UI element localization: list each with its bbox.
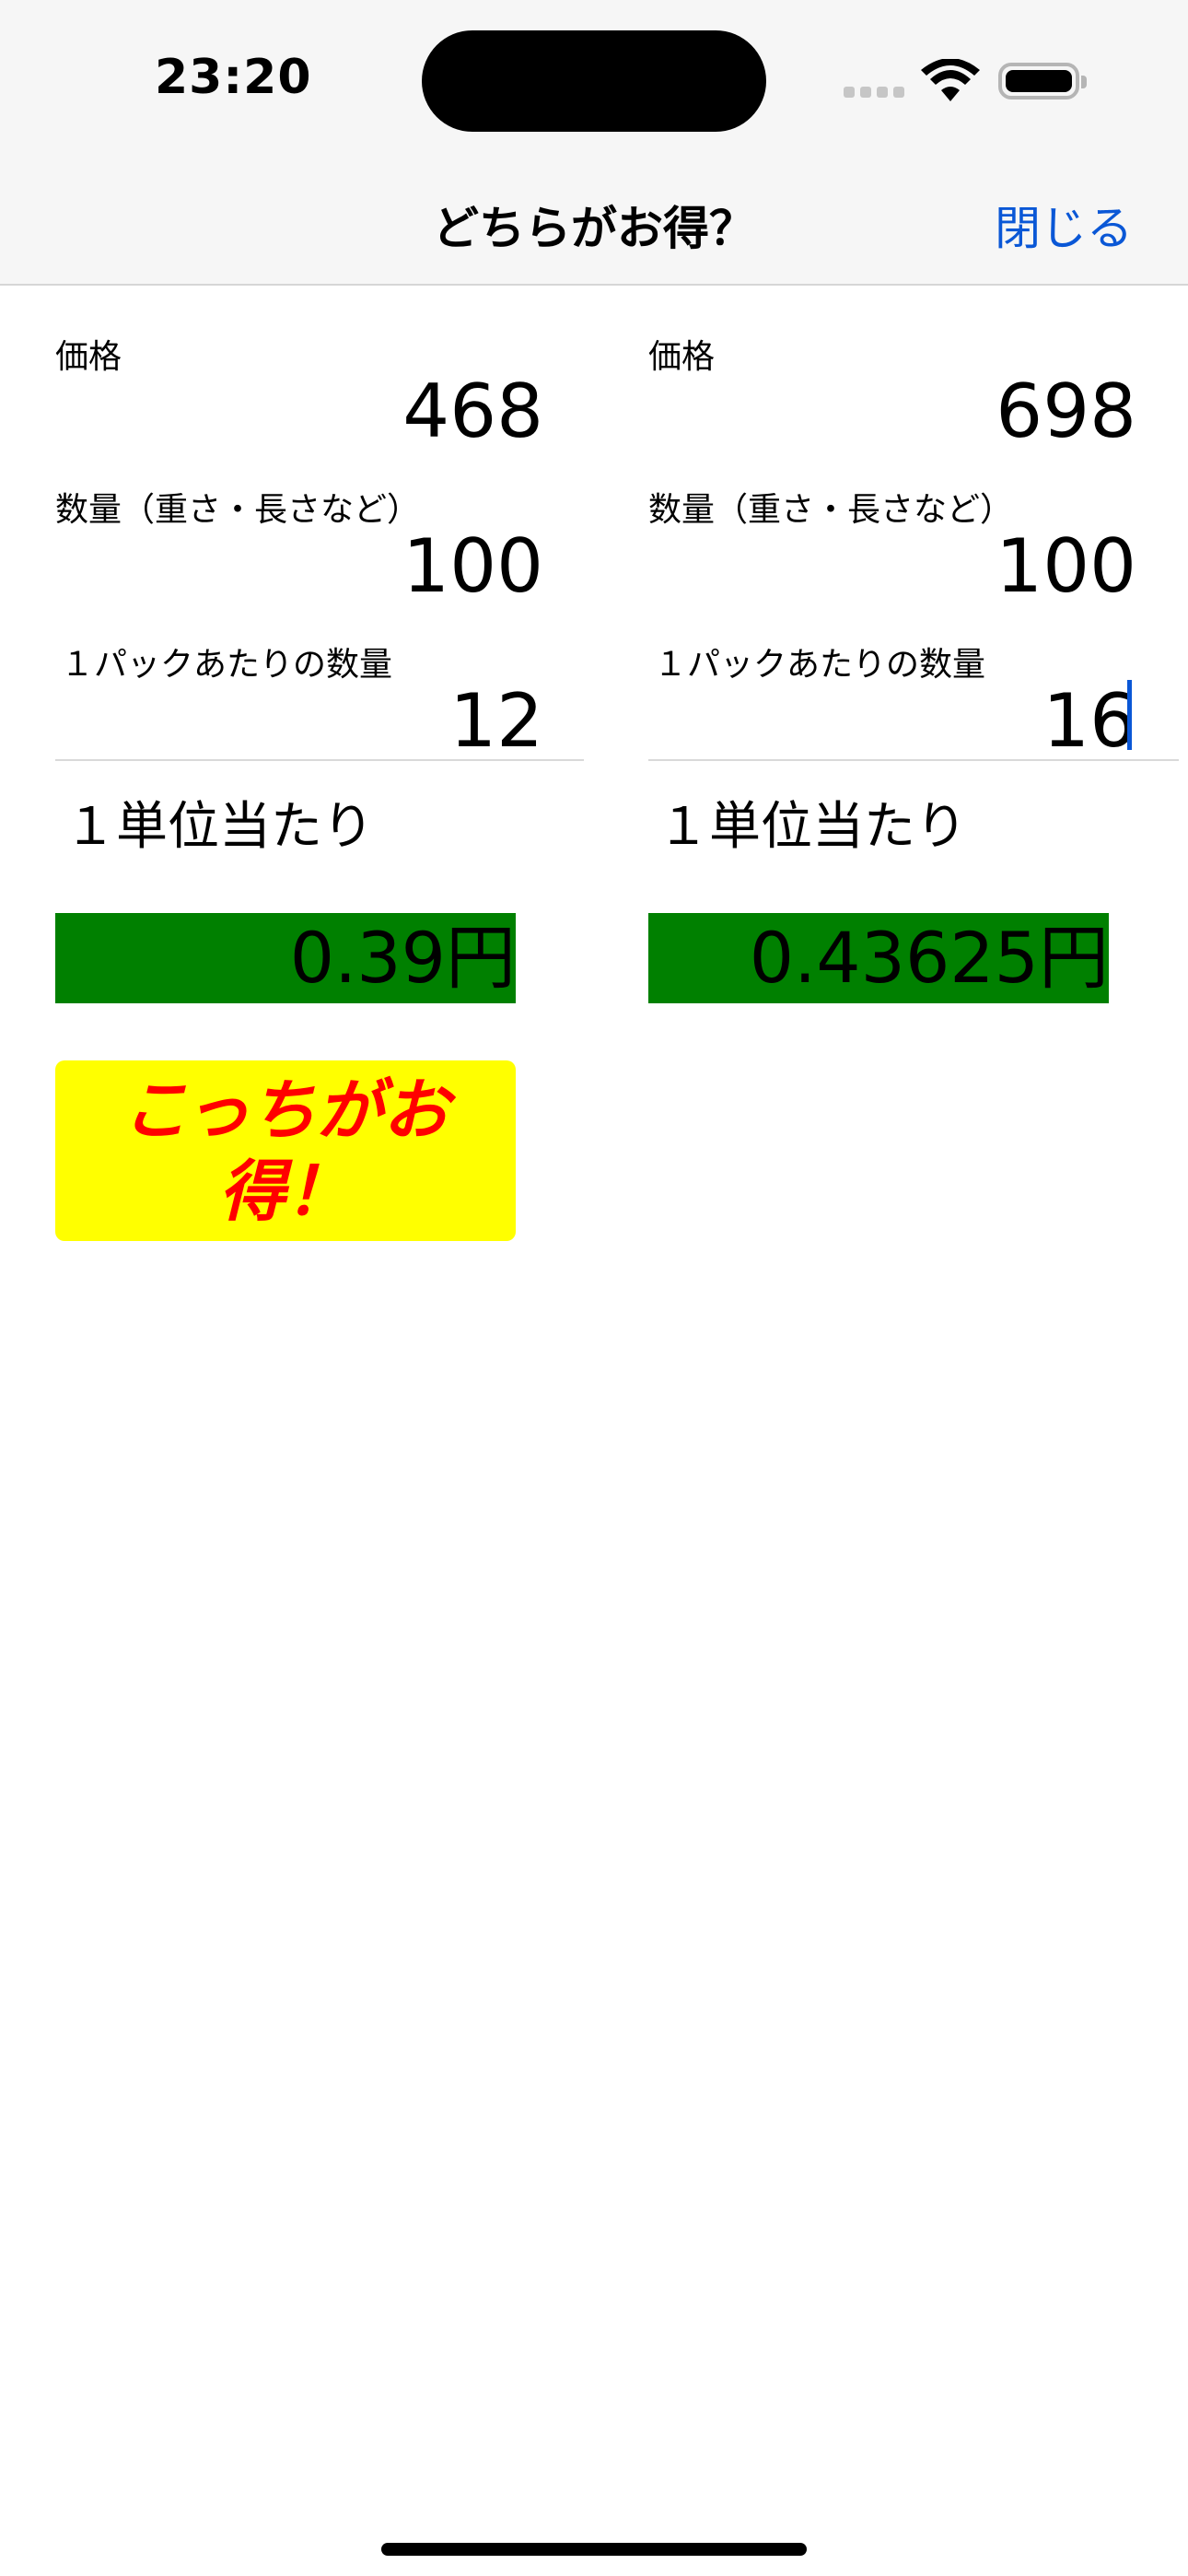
left-price-input[interactable]	[64, 369, 543, 454]
right-per-pack-input[interactable]	[658, 678, 1136, 764]
home-indicator[interactable]	[381, 2543, 807, 2556]
cellular-signal-icon	[844, 87, 904, 98]
right-unit-price: 0.43625円	[648, 913, 1109, 1003]
close-button[interactable]: 閉じる	[995, 192, 1133, 258]
winner-text-line2: 得！	[218, 1153, 352, 1230]
winner-badge: こっちがお 得！	[55, 1060, 516, 1241]
battery-icon	[998, 63, 1087, 100]
divider	[648, 759, 1179, 761]
dynamic-island	[422, 30, 766, 132]
status-time: 23:20	[155, 50, 312, 105]
left-per-pack-input[interactable]	[64, 678, 543, 764]
wifi-icon	[921, 59, 980, 101]
unit-label: １単位当たり	[658, 797, 967, 857]
right-amount-input[interactable]	[658, 523, 1136, 609]
unit-label: １単位当たり	[64, 797, 374, 857]
left-unit-price: 0.39円	[55, 913, 516, 1003]
divider	[55, 759, 584, 761]
text-cursor	[1127, 680, 1132, 750]
winner-text-line1: こっちがお	[122, 1071, 449, 1149]
left-amount-input[interactable]	[64, 523, 543, 609]
right-price-input[interactable]	[658, 369, 1136, 454]
